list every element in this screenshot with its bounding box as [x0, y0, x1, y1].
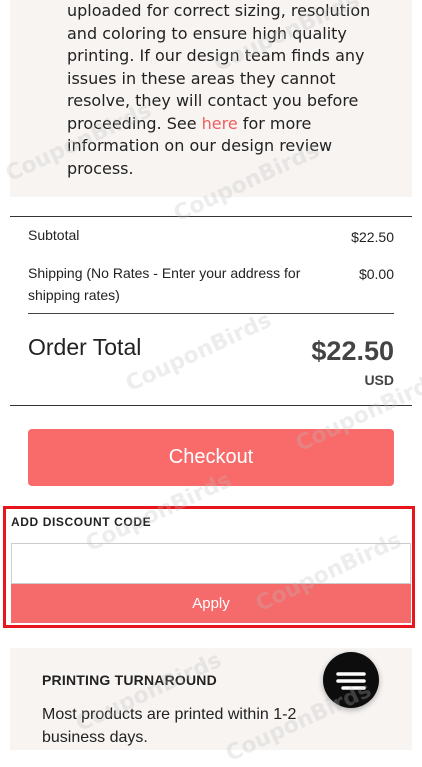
summary-top-divider [10, 216, 412, 217]
design-review-text: uploaded for correct sizing, resolution … [67, 1, 371, 178]
shipping-label: Shipping (No Rates - Enter your address … [28, 265, 301, 303]
order-total-label: Order Total [28, 334, 142, 360]
chat-button[interactable] [323, 652, 379, 708]
printing-turnaround-text: Most products are printed within 1-2 bus… [42, 706, 297, 746]
subtotal-value: $22.50 [351, 229, 394, 245]
order-total-currency: USD [364, 372, 394, 388]
order-total-value: $22.50 [311, 336, 394, 366]
discount-code-label: ADD DISCOUNT CODE [11, 515, 152, 529]
discount-code-input[interactable] [11, 543, 411, 584]
watermark: CouponBirds [122, 307, 276, 398]
subtotal-label: Subtotal [28, 227, 80, 243]
printing-turnaround-title: PRINTING TURNAROUND [42, 672, 217, 688]
checkout-button[interactable]: Checkout [28, 429, 394, 486]
design-review-link[interactable]: here [202, 114, 238, 133]
summary-mid-divider [28, 313, 394, 314]
summary-bottom-divider [10, 405, 412, 406]
chat-icon [336, 672, 366, 690]
apply-discount-button[interactable]: Apply [11, 584, 411, 623]
shipping-value: $0.00 [358, 266, 394, 282]
